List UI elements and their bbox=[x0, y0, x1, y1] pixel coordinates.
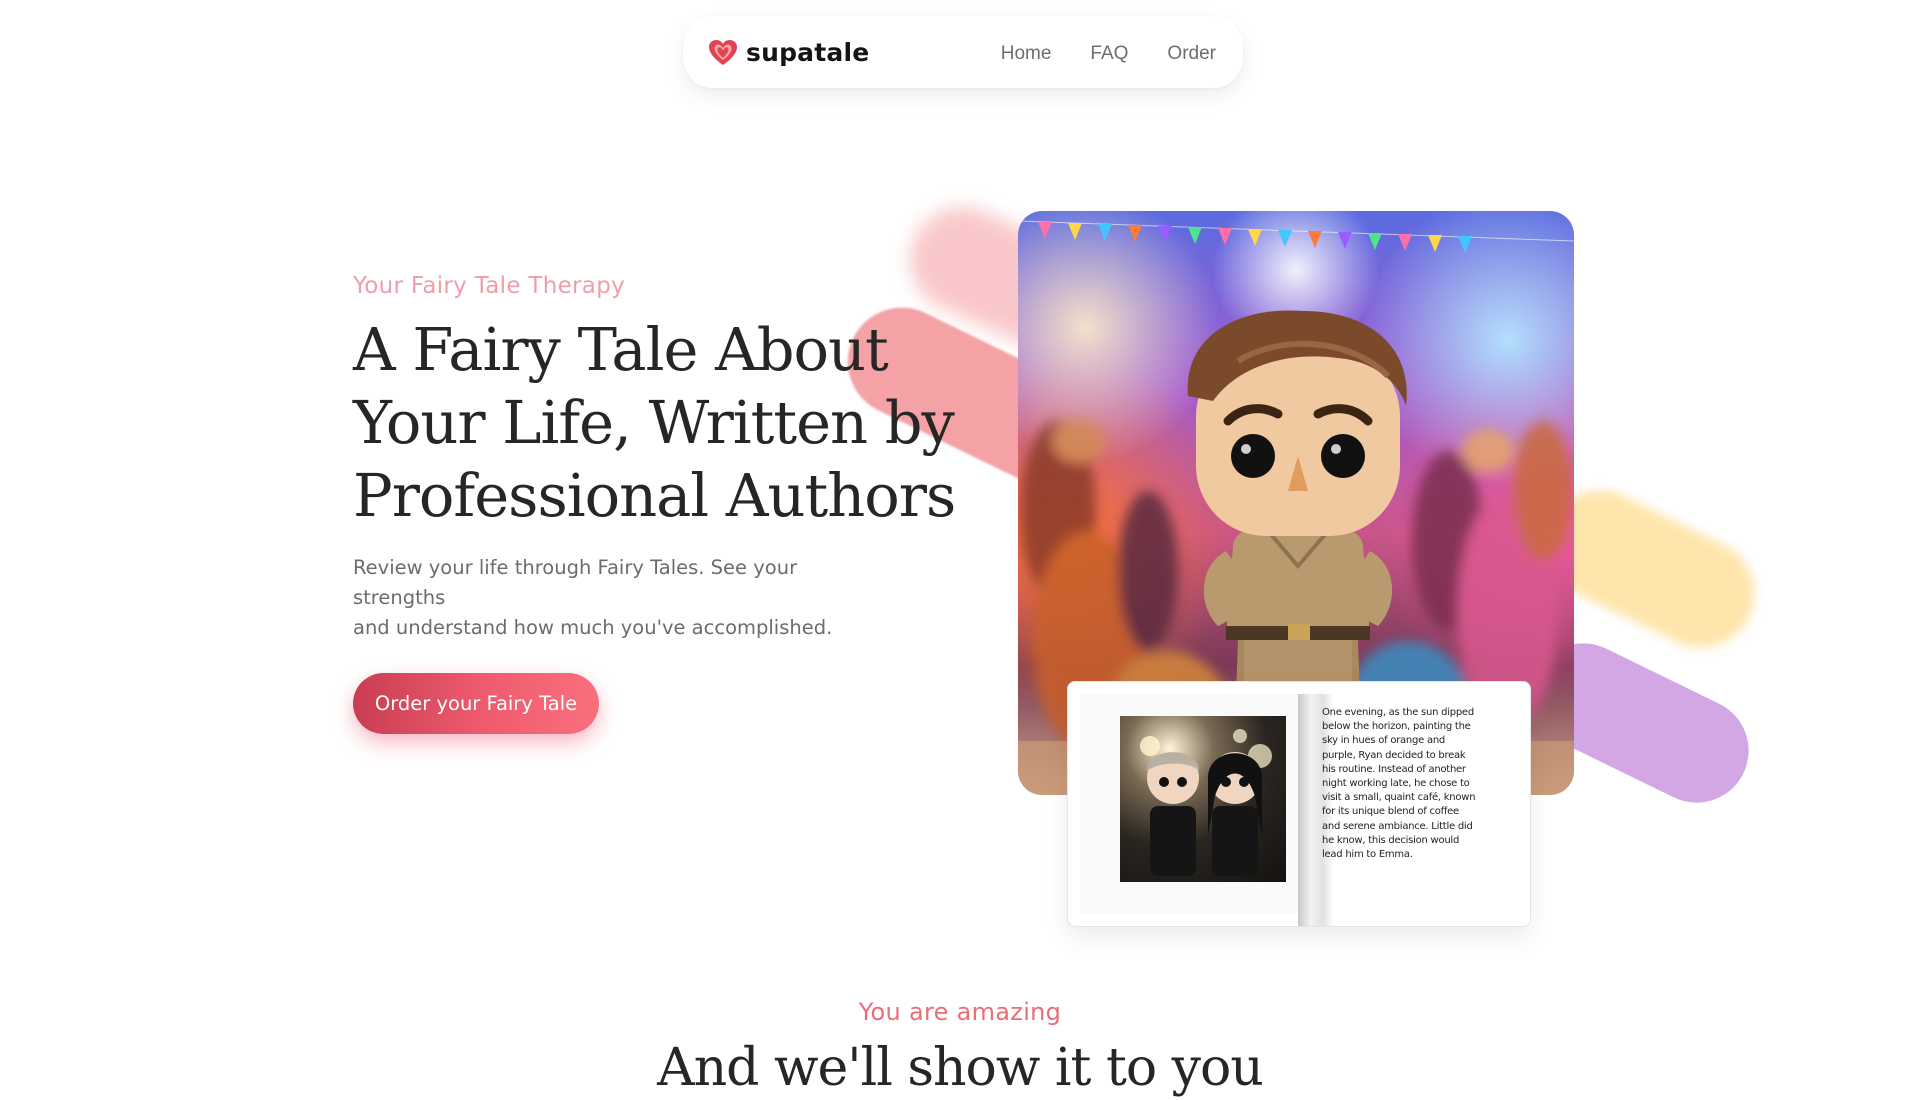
book-text-line: below the horizon, painting the bbox=[1322, 721, 1471, 733]
hero-subtitle-line: Review your life through Fairy Tales. Se… bbox=[353, 556, 798, 609]
top-navigation: supatale Home FAQ Order bbox=[683, 16, 1243, 88]
brand-logo[interactable]: supatale bbox=[708, 38, 869, 67]
book-text-line: his routine. Instead of another bbox=[1322, 763, 1466, 775]
book-text-line: One evening, as the sun dipped bbox=[1322, 707, 1474, 718]
book-story-text: One evening, as the sun dipped below the… bbox=[1322, 706, 1500, 862]
section-eyebrow: You are amazing bbox=[858, 998, 1062, 1026]
hero-title-line: Your Life, Written by bbox=[353, 388, 955, 457]
book-text-line: purple, Ryan decided to break bbox=[1322, 749, 1466, 761]
storybook-preview: One evening, as the sun dipped below the… bbox=[1067, 681, 1531, 927]
brand-name: supatale bbox=[746, 38, 870, 67]
nav-link-home[interactable]: Home bbox=[1001, 43, 1052, 65]
order-fairy-tale-button[interactable]: Order your Fairy Tale bbox=[353, 673, 599, 734]
section-title: And we'll show it to you bbox=[657, 1038, 1264, 1098]
book-left-page bbox=[1080, 694, 1298, 914]
book-text-line: he know, this decision would bbox=[1322, 834, 1460, 846]
hero-subtitle-line: and understand how much you've accomplis… bbox=[353, 616, 833, 639]
hero-subtitle: Review your life through Fairy Tales. Se… bbox=[353, 553, 893, 643]
nav-link-order[interactable]: Order bbox=[1167, 43, 1216, 65]
book-text-line: sky in hues of orange and bbox=[1322, 735, 1446, 747]
book-text-line: for its unique blend of coffee bbox=[1322, 806, 1459, 818]
hero-title: A Fairy Tale About Your Life, Written by… bbox=[353, 313, 993, 532]
book-text-line: and serene ambiance. Little did bbox=[1322, 820, 1473, 832]
hero-title-line: A Fairy Tale About bbox=[353, 315, 889, 384]
book-text-line: visit a small, quaint café, known bbox=[1322, 792, 1476, 804]
nav-link-faq[interactable]: FAQ bbox=[1090, 43, 1128, 65]
heart-icon bbox=[709, 39, 737, 65]
hero-title-line: Professional Authors bbox=[353, 461, 956, 530]
book-text-line: lead him to Emma. bbox=[1322, 849, 1413, 861]
nav-links: Home FAQ Order bbox=[1001, 43, 1216, 65]
couple-illustration bbox=[1120, 716, 1286, 882]
funko-figure-illustration bbox=[1187, 310, 1407, 706]
book-text-line: night working late, he chose to bbox=[1322, 778, 1470, 790]
hero-eyebrow: Your Fairy Tale Therapy bbox=[353, 273, 626, 299]
